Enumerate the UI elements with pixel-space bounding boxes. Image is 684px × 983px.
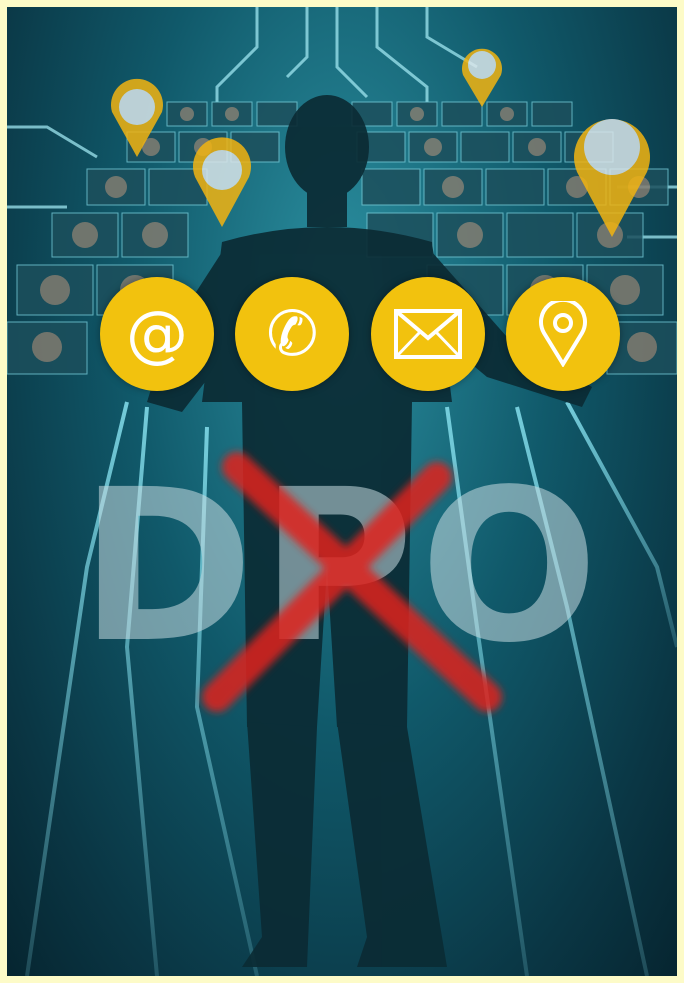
location-pin-glyph: [538, 301, 587, 367]
location-pin-icon: [505, 277, 620, 391]
image-frame: DPO @ ✆: [0, 0, 684, 983]
phone-icon: ✆: [235, 277, 350, 391]
photo-scene: DPO @ ✆: [7, 7, 677, 976]
email-at-icon: @: [100, 277, 214, 391]
envelope-icon: [370, 277, 485, 391]
contact-icon-row: @ ✆: [100, 277, 620, 393]
red-cross-mark: [202, 452, 502, 712]
envelope-glyph: [393, 309, 462, 359]
